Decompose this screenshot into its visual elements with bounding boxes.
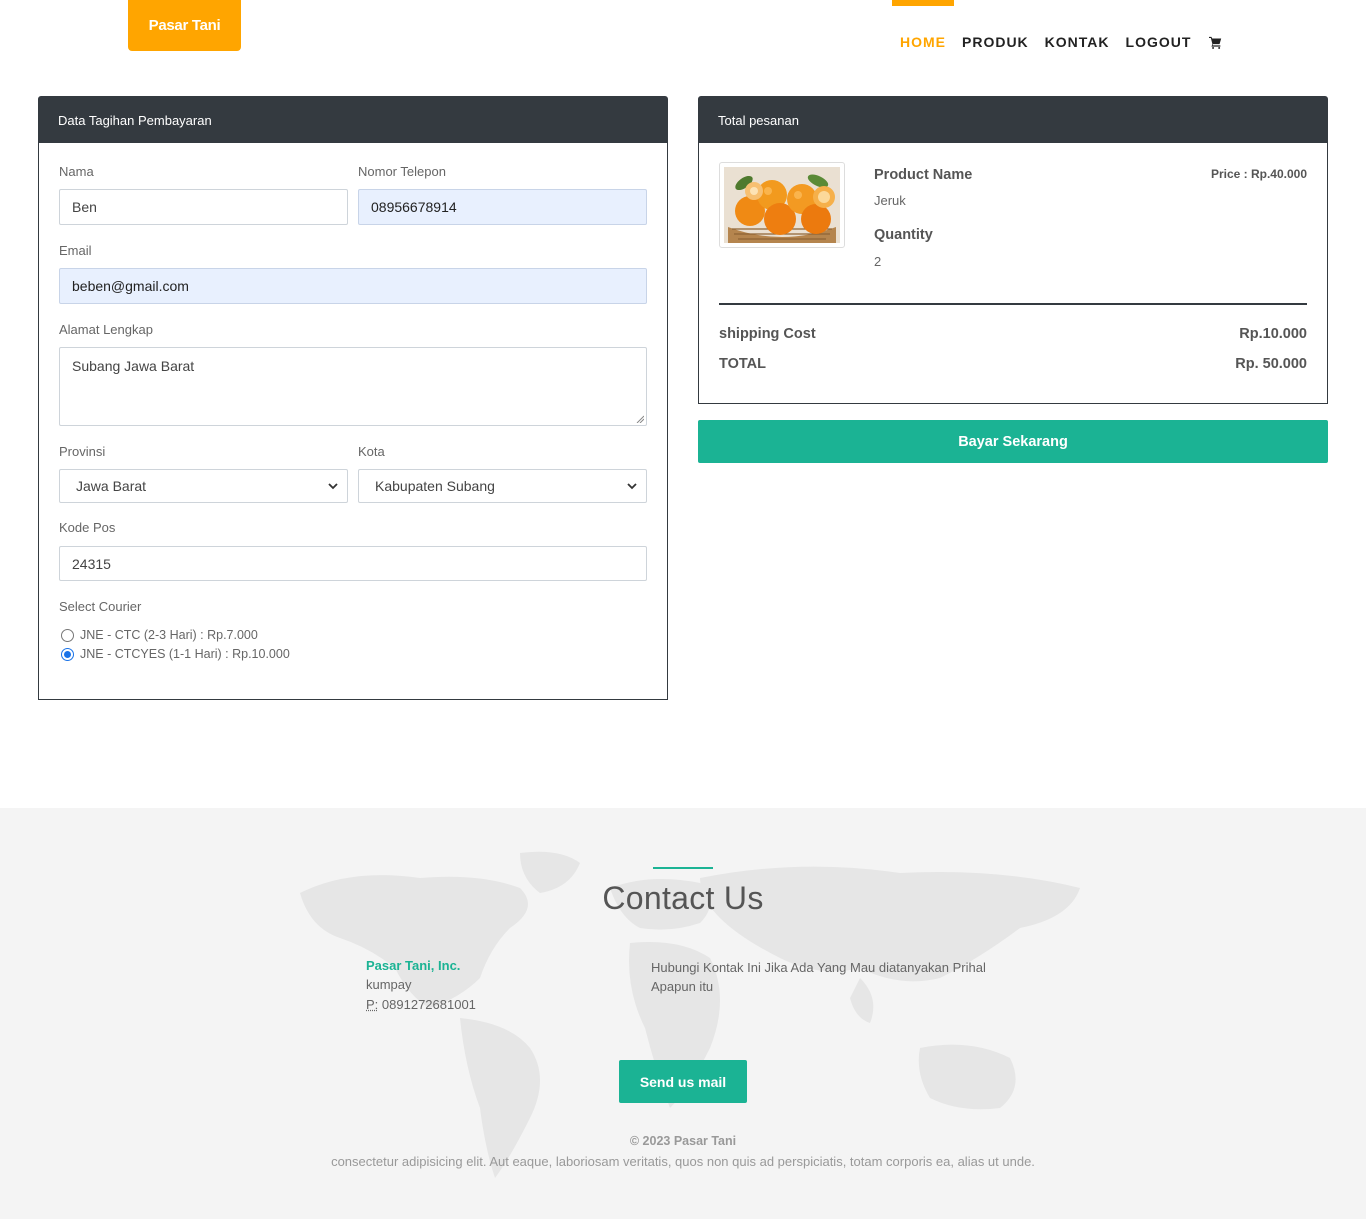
nav-kontak[interactable]: KONTAK: [1037, 0, 1118, 80]
kota-label: Kota: [358, 444, 385, 459]
contact-us-title: Contact Us: [602, 880, 764, 916]
email-label: Email: [59, 243, 92, 258]
kota-value: Kabupaten Subang: [375, 478, 495, 494]
summary-divider: [719, 303, 1307, 305]
send-mail-button[interactable]: Send us mail: [619, 1060, 747, 1103]
provinsi-label: Provinsi: [59, 444, 106, 459]
courier-label: Select Courier: [59, 599, 142, 614]
nav-home[interactable]: HOME: [892, 0, 954, 80]
courier-option-label: JNE - CTCYES (1-1 Hari) : Rp.10.000: [80, 647, 290, 661]
provinsi-value: Jawa Barat: [76, 478, 147, 494]
product-price: Price : Rp.40.000: [1210, 167, 1307, 181]
chevron-down-icon: [627, 483, 637, 490]
courier-radio[interactable]: [61, 628, 74, 642]
alamat-label: Alamat Lengkap: [59, 322, 153, 337]
product-name-label: Product Name: [874, 167, 973, 183]
shipping-cost-label: shipping Cost: [719, 326, 816, 342]
chevron-down-icon: [328, 483, 338, 490]
cart-icon[interactable]: [1199, 0, 1232, 80]
brand-logo[interactable]: Pasar Tani: [128, 0, 241, 51]
resize-handle-icon[interactable]: [636, 415, 644, 423]
company-name: Pasar Tani, Inc.: [366, 958, 461, 973]
kodepos-input[interactable]: 24315: [59, 546, 647, 581]
shipping-cost-value: Rp.10.000: [1239, 326, 1307, 342]
phone-number: 0891272681001: [381, 997, 476, 1012]
order-panel: Total pesanan Product Name Jeruk Quantit…: [698, 96, 1328, 404]
copyright: © 2023 Pasar Tani: [629, 1134, 737, 1148]
email-input[interactable]: beben@gmail.com: [59, 268, 647, 304]
quantity-value: 2: [874, 254, 882, 269]
product-name-value: Jeruk: [874, 193, 906, 208]
nav-produk[interactable]: PRODUK: [954, 0, 1037, 80]
header: Pasar Tani HOME PRODUK KONTAK LOGOUT: [0, 0, 1366, 80]
nama-label: Nama: [59, 164, 94, 179]
company-address: kumpay: [366, 977, 412, 992]
alamat-value: Subang Jawa Barat: [72, 358, 195, 374]
alamat-textarea[interactable]: Subang Jawa Barat: [59, 347, 647, 426]
contact-description: Hubungi Kontak Ini Jika Ada Yang Mau dia…: [651, 960, 986, 994]
footer: Contact Us Pasar Tani, Inc. kumpay P: 08…: [0, 808, 1366, 1219]
footer-text: consectetur adipisicing elit. Aut eaque,…: [331, 1154, 1035, 1169]
total-label: TOTAL: [719, 356, 766, 372]
phone-prefix: P:: [366, 997, 379, 1012]
courier-option[interactable]: JNE - CTCYES (1-1 Hari) : Rp.10.000: [61, 647, 290, 661]
main-nav: HOME PRODUK KONTAK LOGOUT: [892, 0, 1232, 80]
total-value: Rp. 50.000: [1235, 356, 1307, 372]
pay-now-button[interactable]: Bayar Sekarang: [698, 420, 1328, 463]
product-image: [719, 162, 845, 248]
oranges-image-icon: [724, 167, 840, 243]
telepon-label: Nomor Telepon: [358, 164, 446, 179]
kodepos-label: Kode Pos: [59, 520, 116, 535]
quantity-label: Quantity: [874, 227, 933, 243]
courier-option[interactable]: JNE - CTC (2-3 Hari) : Rp.7.000: [61, 628, 258, 642]
billing-panel: Data Tagihan Pembayaran Nama Ben Nomor T…: [38, 96, 668, 700]
kota-select[interactable]: Kabupaten Subang: [358, 469, 647, 503]
nama-input[interactable]: Ben: [59, 189, 348, 225]
courier-option-label: JNE - CTC (2-3 Hari) : Rp.7.000: [80, 628, 258, 642]
order-panel-title: Total pesanan: [699, 97, 1327, 143]
telepon-input[interactable]: 08956678914: [358, 189, 647, 225]
nav-logout[interactable]: LOGOUT: [1118, 0, 1200, 80]
footer-title-accent: [653, 867, 713, 869]
billing-panel-title: Data Tagihan Pembayaran: [39, 97, 667, 143]
provinsi-select[interactable]: Jawa Barat: [59, 469, 348, 503]
company-phone: P: 0891272681001: [366, 997, 476, 1012]
courier-radio-checked[interactable]: [61, 647, 74, 661]
